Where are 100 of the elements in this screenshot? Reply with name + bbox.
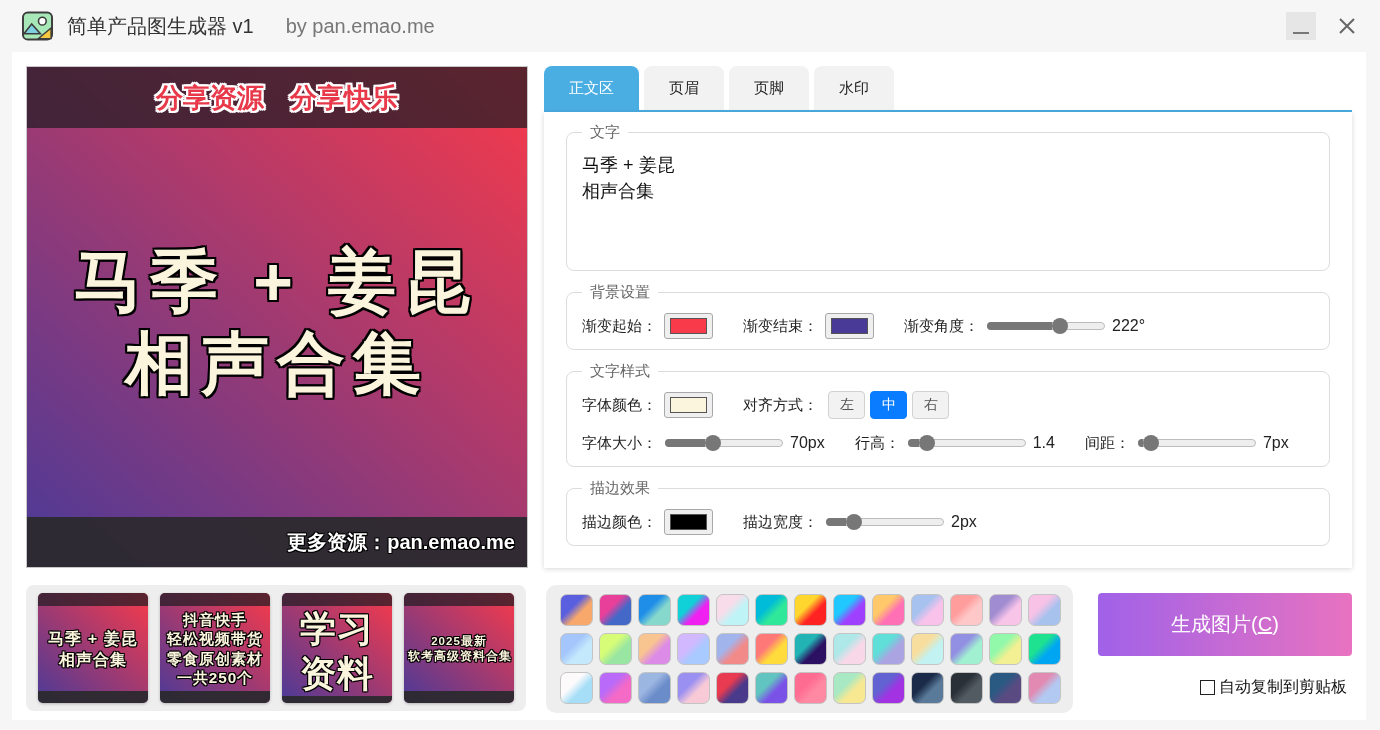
gradient-swatch[interactable] — [599, 633, 632, 665]
gradient-swatch[interactable] — [560, 672, 593, 704]
slider[interactable] — [907, 434, 1026, 452]
gradient-swatch[interactable] — [989, 633, 1022, 665]
color-picker[interactable] — [664, 509, 713, 535]
gradient-swatch[interactable] — [950, 633, 983, 665]
gradient-swatch[interactable] — [950, 594, 983, 626]
gradient-swatch[interactable] — [677, 672, 710, 704]
gradient-swatch[interactable] — [599, 672, 632, 704]
gradient-swatch[interactable] — [677, 594, 710, 626]
slider-thumb[interactable] — [846, 514, 863, 530]
tab[interactable]: 页脚 — [729, 66, 809, 110]
preview-header-text: 分享快乐 — [290, 81, 398, 115]
field-label: 行高： — [854, 433, 900, 453]
thumbnail-text: 一共250个 — [175, 667, 255, 687]
gradient-swatch[interactable] — [716, 594, 749, 626]
slider-value: 2px — [951, 513, 977, 531]
checkbox-label[interactable]: 自动复制到剪贴板 — [1219, 677, 1347, 698]
slider[interactable] — [987, 317, 1105, 335]
gradient-swatch[interactable] — [755, 672, 788, 704]
preview-title-line: 相声合集 — [122, 323, 430, 403]
history-thumbnail[interactable]: 学习 资料 — [282, 593, 392, 703]
slider[interactable] — [826, 513, 944, 531]
field-label: 对齐方式： — [743, 395, 818, 415]
history-thumbnail[interactable]: 马季 + 姜昆 相声合集 — [38, 593, 148, 703]
gradient-swatch[interactable] — [755, 633, 788, 665]
gradient-swatch[interactable] — [872, 633, 905, 665]
window-title: 简单产品图生成器 v1 — [67, 13, 254, 39]
align-button[interactable]: 左 — [828, 391, 865, 419]
tab[interactable]: 水印 — [814, 66, 894, 110]
gradient-swatch[interactable] — [716, 672, 749, 704]
text-input[interactable]: 马季 + 姜昆 相声合集 — [582, 152, 1314, 259]
gradient-swatch[interactable] — [911, 594, 944, 626]
minimize-button[interactable] — [1286, 12, 1316, 40]
field-label: 渐变结束： — [743, 316, 818, 336]
color-picker[interactable] — [664, 392, 713, 418]
gradient-swatch[interactable] — [911, 672, 944, 704]
history-thumbnail[interactable]: 抖音快手 轻松视频带货 零食原创素材 一共250个 — [160, 593, 270, 703]
minimize-icon — [1293, 32, 1309, 34]
slider-value: 222° — [1112, 317, 1146, 335]
gradient-swatch[interactable] — [638, 672, 671, 704]
slider-fill — [665, 439, 706, 447]
field-label: 渐变角度： — [904, 316, 979, 336]
field-label: 描边宽度： — [743, 512, 818, 532]
slider-thumb[interactable] — [1051, 318, 1068, 334]
gradient-swatch[interactable] — [1028, 672, 1061, 704]
gradient-swatch[interactable] — [872, 594, 905, 626]
gradient-swatch[interactable] — [638, 633, 671, 665]
gradient-swatch[interactable] — [872, 672, 905, 704]
gradient-swatch[interactable] — [560, 633, 593, 665]
slider-fill — [1137, 439, 1143, 447]
gradient-swatch[interactable] — [833, 633, 866, 665]
gradient-swatch[interactable] — [794, 633, 827, 665]
thumbnail-text: 抖音快手 — [181, 610, 248, 630]
slider-thumb[interactable] — [918, 435, 935, 451]
slider[interactable] — [1137, 434, 1256, 452]
gradient-swatch[interactable] — [599, 594, 632, 626]
field-label: 描边颜色： — [582, 512, 657, 532]
slider-thumb[interactable] — [1142, 435, 1159, 451]
preview-title-line: 马季 + 姜昆 — [73, 241, 481, 321]
gradient-swatch[interactable] — [1028, 633, 1061, 665]
slider[interactable] — [665, 434, 783, 452]
field-label: 间距： — [1084, 433, 1130, 453]
gradient-swatch[interactable] — [677, 633, 710, 665]
field-label: 渐变起始： — [582, 316, 657, 336]
gradient-swatch[interactable] — [755, 594, 788, 626]
gradient-swatch[interactable] — [1028, 594, 1061, 626]
window-subtitle: by pan.emao.me — [285, 14, 435, 38]
field-label: 字体颜色： — [582, 395, 657, 415]
align-button[interactable]: 中 — [870, 391, 907, 419]
slider-value: 7px — [1262, 434, 1289, 452]
gradient-swatch[interactable] — [560, 594, 593, 626]
thumbnail-text: 学习 — [299, 607, 375, 651]
tab[interactable]: 页眉 — [644, 66, 724, 110]
slider-fill — [826, 518, 847, 526]
gradient-swatch[interactable] — [638, 594, 671, 626]
gradient-swatch[interactable] — [716, 633, 749, 665]
text-line: 马季 + 姜昆 — [582, 154, 675, 177]
gradient-swatch[interactable] — [794, 594, 827, 626]
group-title: 背景设置 — [589, 282, 651, 302]
gradient-swatch[interactable] — [989, 672, 1022, 704]
slider-fill — [907, 439, 919, 447]
close-icon — [1339, 18, 1355, 34]
history-thumbnail[interactable]: 2025最新 软考高级资料合集 — [404, 593, 514, 703]
color-picker[interactable] — [825, 313, 874, 339]
gradient-swatch[interactable] — [950, 672, 983, 704]
checkbox[interactable] — [1200, 680, 1215, 695]
field-label: 字体大小： — [582, 433, 657, 453]
gradient-swatch[interactable] — [794, 672, 827, 704]
slider-value: 1.4 — [1032, 434, 1055, 452]
slider-value: 70px — [790, 434, 825, 452]
color-picker[interactable] — [664, 313, 713, 339]
gradient-swatch[interactable] — [911, 633, 944, 665]
group-title: 文字 — [589, 122, 621, 142]
align-button[interactable]: 右 — [912, 391, 949, 419]
thumbnail-text: 软考高级资料合集 — [408, 648, 510, 663]
slider-thumb[interactable] — [705, 435, 722, 451]
gradient-swatch[interactable] — [989, 594, 1022, 626]
gradient-swatch[interactable] — [833, 594, 866, 626]
gradient-swatch[interactable] — [833, 672, 866, 704]
